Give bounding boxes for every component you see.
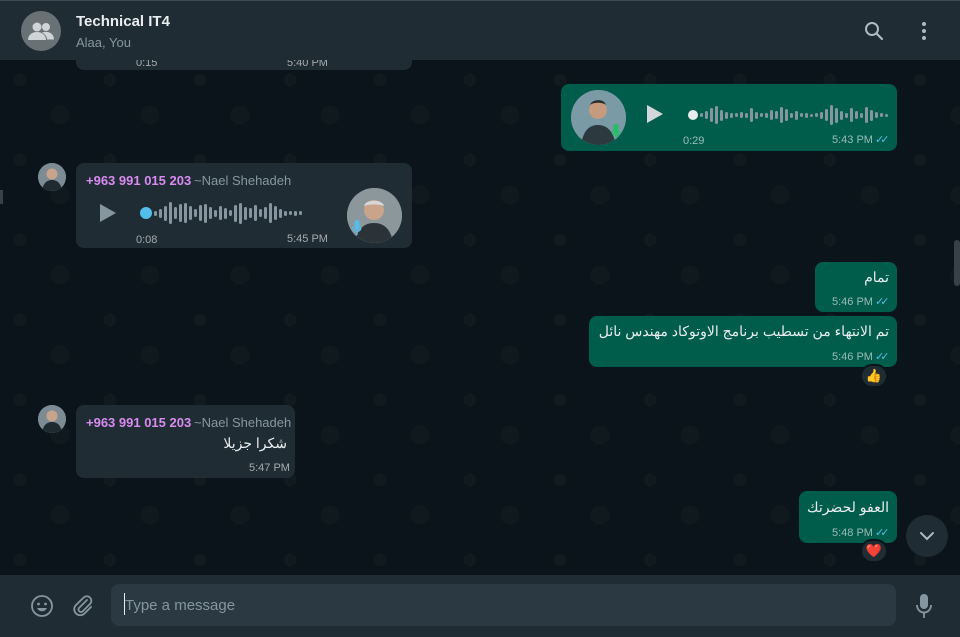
search-button[interactable] [862, 19, 886, 43]
message-input-container[interactable] [111, 584, 896, 626]
message-time: 5:46 PM [832, 296, 873, 308]
chevron-down-icon [920, 532, 934, 541]
mic-indicator-icon [611, 124, 621, 139]
chat-scrollbar[interactable] [954, 240, 960, 286]
message-time: 5:47 PM [249, 462, 290, 474]
read-receipt-icon: ✓✓ [875, 134, 890, 146]
read-receipt-icon: ✓✓ [875, 351, 890, 363]
text-message-outgoing[interactable]: تمام 5:46 PM ✓✓ [815, 262, 897, 312]
chat-participants: Alaa, You [76, 35, 131, 50]
voice-message-partial[interactable]: 0:15 5:40 PM [76, 60, 412, 70]
text-cursor [124, 593, 125, 615]
attach-icon [73, 595, 93, 617]
mic-icon [916, 594, 932, 618]
group-avatar[interactable] [21, 11, 61, 51]
emoji-icon [31, 595, 53, 617]
sender-name: ~Nael Shehadeh [194, 415, 292, 430]
message-list[interactable]: 0:15 5:40 PM 0:29 5:43 PM ✓✓ +963 991 01… [0, 60, 960, 575]
sender-phone[interactable]: +963 991 015 203 [86, 173, 191, 188]
message-text: تم الانتهاء من تسطيب برنامج الاوتوكاد مه… [598, 323, 889, 339]
message-time: 5:48 PM [832, 527, 873, 539]
sender-avatar[interactable] [38, 163, 66, 191]
emoji-button[interactable] [29, 593, 55, 619]
message-text: العفو لحضرتك [807, 499, 889, 515]
chat-title[interactable]: Technical IT4 [76, 13, 170, 30]
resize-handle [0, 190, 3, 204]
sender-phone[interactable]: +963 991 015 203 [86, 415, 191, 430]
group-icon [28, 22, 54, 40]
read-receipt-icon: ✓✓ [875, 296, 890, 308]
message-time: 5:40 PM [287, 60, 328, 69]
play-icon[interactable] [643, 103, 665, 125]
text-message-outgoing[interactable]: العفو لحضرتك 5:48 PM ✓✓ [799, 491, 897, 543]
more-vertical-icon [922, 22, 926, 40]
menu-button[interactable] [912, 19, 936, 43]
message-text: تمام [864, 269, 889, 285]
play-icon[interactable] [96, 202, 118, 224]
voice-duration: 0:08 [136, 234, 158, 246]
voice-waveform[interactable] [688, 102, 888, 128]
message-input[interactable] [111, 584, 896, 626]
scroll-to-bottom-button[interactable] [906, 515, 948, 557]
sender-avatar[interactable] [38, 405, 66, 433]
message-time: 5:46 PM [832, 351, 873, 363]
voice-duration: 0:29 [683, 135, 705, 147]
voice-waveform[interactable] [140, 200, 302, 226]
text-message-outgoing[interactable]: تم الانتهاء من تسطيب برنامج الاوتوكاد مه… [589, 316, 897, 367]
voice-record-button[interactable] [911, 593, 937, 619]
voice-message-outgoing[interactable]: 0:29 5:43 PM ✓✓ [561, 84, 897, 151]
sender-name: ~Nael Shehadeh [194, 173, 292, 188]
composer-bar [0, 575, 960, 637]
attach-button[interactable] [70, 593, 96, 619]
message-time: 5:43 PM [832, 134, 873, 146]
mic-indicator-icon [352, 220, 362, 235]
message-text: شكرا جزيلا [223, 435, 287, 451]
read-receipt-icon: ✓✓ [875, 527, 890, 539]
message-time: 5:45 PM [287, 233, 328, 245]
chat-header[interactable]: Technical IT4 Alaa, You [0, 0, 960, 60]
reaction-badge[interactable]: ❤️ [860, 539, 888, 563]
search-icon [865, 22, 884, 41]
voice-message-incoming[interactable]: +963 991 015 203 ~Nael Shehadeh 0:08 5:4… [76, 163, 412, 248]
text-message-incoming[interactable]: +963 991 015 203 ~Nael Shehadeh شكرا جزي… [76, 405, 295, 478]
reaction-badge[interactable]: 👍 [860, 364, 888, 388]
voice-duration: 0:15 [136, 60, 158, 69]
whatsapp-window: Technical IT4 Alaa, You 0:15 5:40 PM 0:2… [0, 0, 960, 637]
